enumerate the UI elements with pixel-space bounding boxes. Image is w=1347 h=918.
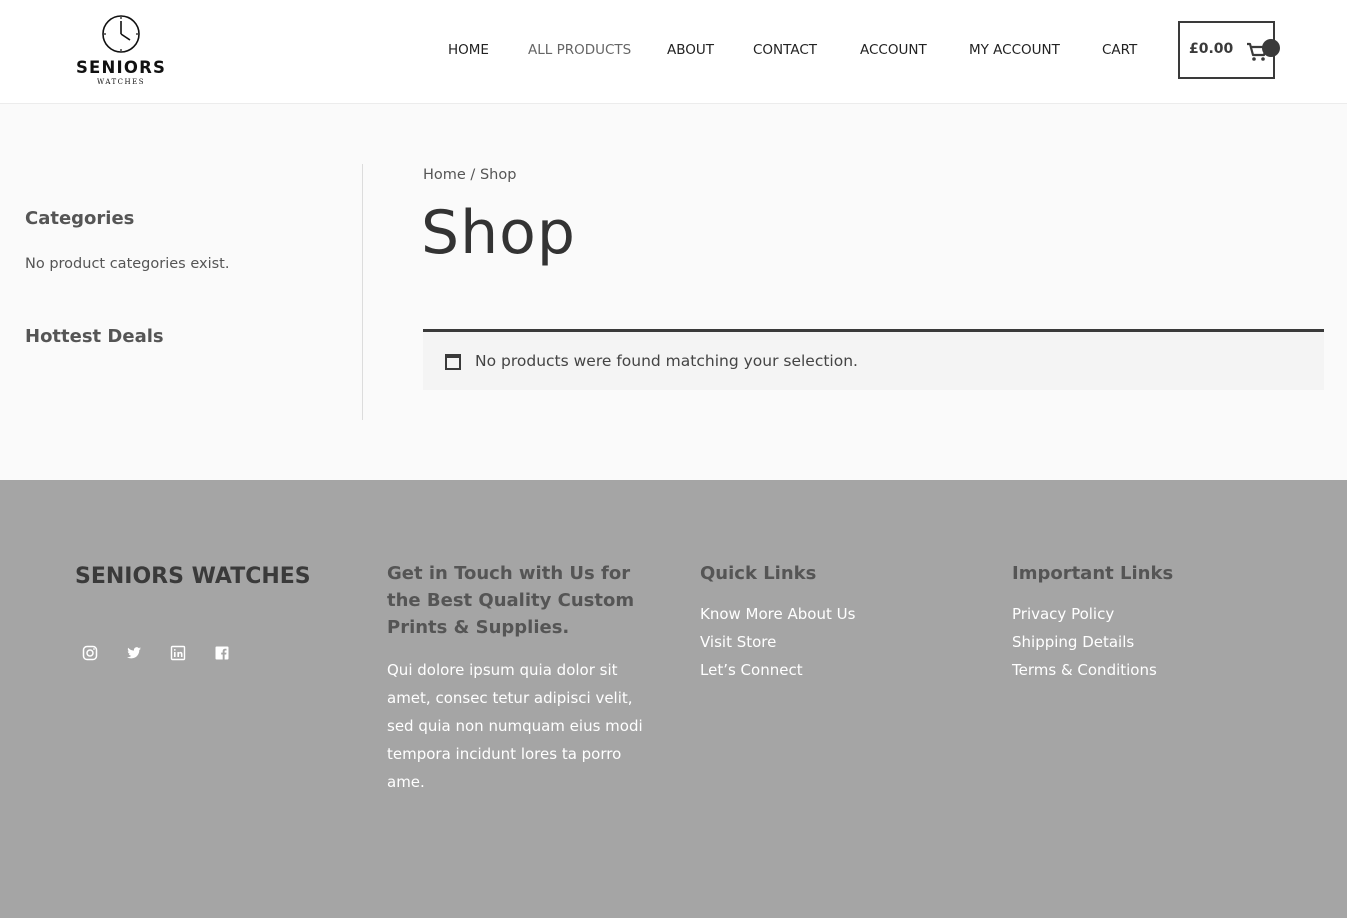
window-icon	[445, 354, 461, 370]
nav-cart[interactable]: CART	[1102, 42, 1137, 58]
no-products-notice: No products were found matching your sel…	[423, 329, 1324, 390]
facebook-icon[interactable]	[212, 643, 232, 663]
site-header: SENIORS WATCHES HOME ALL PRODUCTS ABOUT …	[0, 0, 1347, 104]
important-links-heading: Important Links	[1012, 563, 1174, 584]
hottest-deals-heading: Hottest Deals	[25, 326, 164, 347]
page-title: Shop	[421, 198, 576, 268]
link-terms-conditions[interactable]: Terms & Conditions	[1012, 661, 1157, 679]
clock-icon	[102, 15, 140, 53]
nav-home[interactable]: HOME	[448, 42, 489, 58]
categories-heading: Categories	[25, 208, 135, 229]
twitter-icon[interactable]	[124, 643, 144, 663]
instagram-icon[interactable]	[80, 643, 100, 663]
categories-empty-text: No product categories exist.	[25, 256, 230, 272]
link-shipping-details[interactable]: Shipping Details	[1012, 633, 1134, 651]
nav-contact[interactable]: CONTACT	[753, 42, 817, 58]
site-footer: SENIORS WATCHES Get in Touch with Us for…	[0, 480, 1347, 918]
quick-links-heading: Quick Links	[700, 563, 817, 584]
link-privacy-policy[interactable]: Privacy Policy	[1012, 605, 1114, 623]
breadcrumb-separator: /	[465, 167, 480, 183]
breadcrumb: Home / Shop	[423, 167, 516, 183]
link-know-more-about-us[interactable]: Know More About Us	[700, 605, 855, 623]
cart-total: £0.00	[1189, 41, 1234, 57]
nav-about[interactable]: ABOUT	[667, 42, 714, 58]
linkedin-icon[interactable]	[168, 643, 188, 663]
nav-account[interactable]: ACCOUNT	[860, 42, 927, 58]
breadcrumb-home[interactable]: Home	[423, 167, 466, 183]
breadcrumb-current: Shop	[479, 167, 517, 183]
link-visit-store[interactable]: Visit Store	[700, 633, 776, 651]
nav-all-products[interactable]: ALL PRODUCTS	[528, 42, 631, 58]
cart-count-badge	[1262, 39, 1280, 57]
sidebar-divider	[362, 164, 363, 420]
site-logo[interactable]: SENIORS WATCHES	[68, 12, 174, 92]
logo-name: SENIORS	[75, 58, 167, 77]
footer-brand: SENIORS WATCHES	[75, 564, 311, 589]
cart-button[interactable]: £0.00	[1178, 21, 1280, 79]
logo-subtitle: WATCHES	[96, 78, 146, 86]
notice-text: No products were found matching your sel…	[475, 352, 858, 370]
contact-body: Qui dolore ipsum quia dolor sit amet, co…	[387, 661, 643, 791]
contact-heading: Get in Touch with Us for the Best Qualit…	[387, 563, 635, 638]
nav-my-account[interactable]: MY ACCOUNT	[969, 42, 1060, 58]
link-lets-connect[interactable]: Let’s Connect	[700, 661, 803, 679]
